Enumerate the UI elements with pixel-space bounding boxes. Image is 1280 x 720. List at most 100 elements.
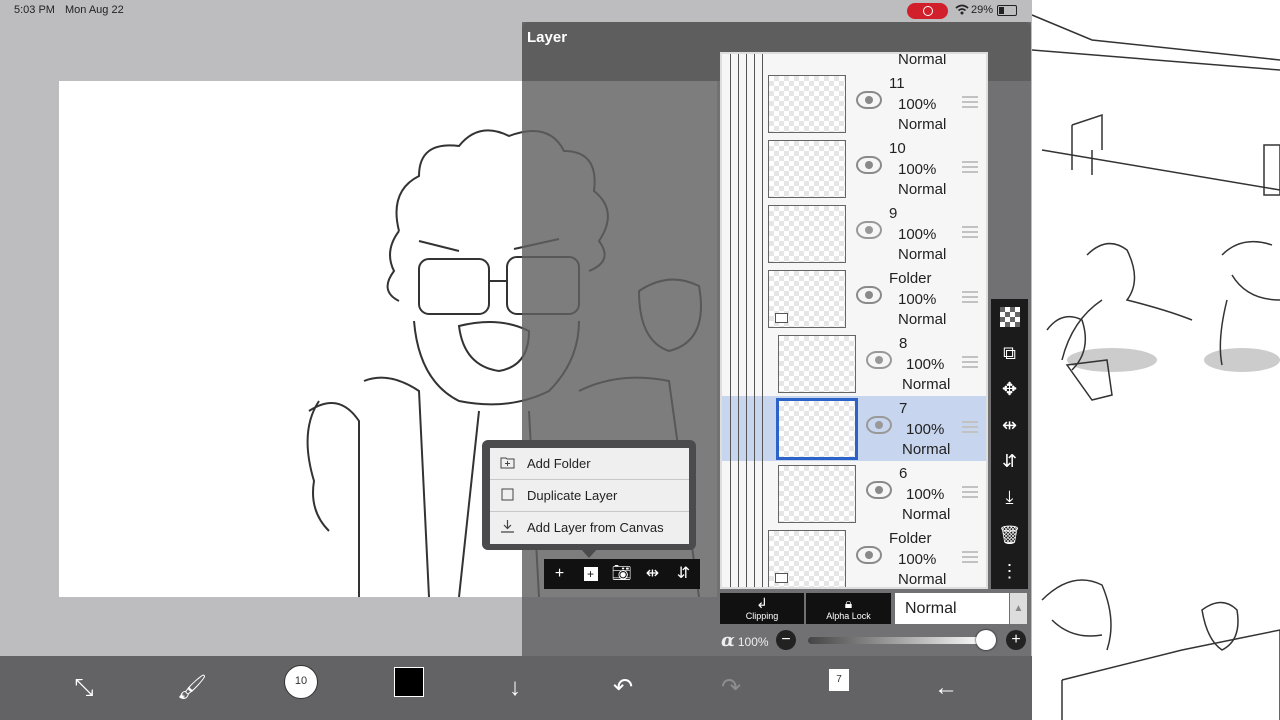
drag-handle-icon[interactable]: [962, 291, 978, 303]
layer-blend-mode: Normal: [898, 181, 947, 198]
add-layer-button[interactable]: +: [544, 559, 575, 589]
status-time: 5:03 PM: [14, 4, 55, 16]
clipping-arrow-icon: ↲: [756, 595, 768, 611]
visibility-eye-icon[interactable]: [856, 546, 882, 564]
layer-tools-toolbar: ⧉ ✥ ⇹ ⇵ ⤓ 🗑 ⋮: [991, 299, 1028, 589]
drag-handle-icon[interactable]: [962, 226, 978, 238]
layer-blend-mode: Normal: [898, 571, 947, 588]
layer-thumbnail[interactable]: [776, 398, 858, 460]
layer-opacity: 100%: [898, 226, 937, 243]
layer-blend-mode: Normal: [898, 116, 947, 133]
status-date: Mon Aug 22: [65, 4, 124, 16]
drag-handle-icon[interactable]: [962, 96, 978, 108]
drag-handle-icon[interactable]: [962, 161, 978, 173]
redo-icon[interactable]: ↷: [711, 668, 751, 708]
layer-thumbnail[interactable]: [778, 465, 856, 523]
battery-percent: 29%: [971, 4, 994, 16]
layer-thumbnail[interactable]: [768, 75, 846, 133]
alpha-slider[interactable]: [808, 637, 986, 644]
screen-recording-indicator[interactable]: [907, 3, 948, 19]
undo-icon[interactable]: ↶: [603, 668, 643, 708]
down-arrow-icon[interactable]: ↓: [495, 668, 535, 708]
layer-opacity: 100%: [906, 486, 945, 503]
trash-icon[interactable]: 🗑: [991, 518, 1028, 552]
layer-blend-mode: Normal: [902, 376, 951, 393]
visibility-eye-icon[interactable]: [856, 156, 882, 174]
visibility-eye-icon[interactable]: [856, 221, 882, 239]
alpha-decrease-button[interactable]: −: [776, 630, 796, 650]
layer-opacity: 100%: [906, 356, 945, 373]
alpha-symbol-icon: α: [721, 630, 735, 651]
alpha-value: 100%: [737, 635, 769, 649]
visibility-eye-icon[interactable]: [866, 481, 892, 499]
duplicate-icon: [501, 488, 514, 501]
merge-down-icon[interactable]: ⤓: [991, 480, 1028, 514]
clipping-button[interactable]: ↲ Clipping: [720, 593, 804, 624]
more-options-icon[interactable]: ⋮: [991, 554, 1028, 588]
camera-icon[interactable]: 📷︎: [606, 559, 637, 589]
menu-item-add-layer-from-canvas[interactable]: Add Layer from Canvas: [490, 512, 689, 543]
layer-name: 10: [889, 140, 906, 157]
back-arrow-icon[interactable]: ←: [926, 668, 966, 708]
drag-handle-icon[interactable]: [962, 551, 978, 563]
add-special-layer-button[interactable]: +: [575, 559, 606, 589]
drag-handle-icon[interactable]: [962, 486, 978, 498]
alpha-increase-button[interactable]: +: [1006, 630, 1026, 650]
layer-name: 7: [899, 400, 908, 417]
layer-list[interactable]: Normal 11 100% Normal 10 100% Normal 9 1…: [720, 52, 988, 589]
flip-layer-icon[interactable]: ⇹: [637, 559, 668, 589]
visibility-eye-icon[interactable]: [856, 286, 882, 304]
layers-button[interactable]: 7: [829, 669, 849, 691]
blend-mode-arrow-icon[interactable]: ▲: [1010, 593, 1027, 624]
layer-thumbnail[interactable]: [768, 205, 846, 263]
move-icon[interactable]: ✥: [991, 372, 1028, 406]
layer-opacity: 100%: [898, 96, 937, 113]
layer-blend-mode: Normal: [898, 246, 947, 263]
reference-artwork: [1032, 14, 1280, 720]
layer-thumbnail[interactable]: [778, 335, 856, 393]
alpha-readout: α 100%: [721, 630, 769, 651]
layer-blend-mode: Normal: [902, 506, 951, 523]
transparency-checker-icon[interactable]: [991, 300, 1028, 334]
drag-handle-icon[interactable]: [962, 356, 978, 368]
folder-thumbnail[interactable]: [768, 530, 846, 587]
clipping-label: Clipping: [745, 611, 779, 621]
folder-icon: [775, 313, 788, 323]
color-swatch[interactable]: [394, 667, 424, 697]
select-transform-icon[interactable]: ⧉: [991, 336, 1028, 370]
brush-icon[interactable]: 🖌︎: [172, 668, 212, 708]
transform-tool-icon[interactable]: ⤡: [64, 668, 104, 708]
battery-icon: [997, 5, 1017, 16]
layer-name: 11: [889, 75, 905, 92]
layer-window-title: Layer: [527, 29, 568, 46]
folder-thumbnail[interactable]: [768, 270, 846, 328]
folder-icon: [775, 573, 788, 583]
add-layer-popup-menu: Add Folder Duplicate Layer Add Layer fro…: [490, 448, 689, 544]
layer-name: 6: [899, 465, 908, 482]
alpha-slider-knob[interactable]: [976, 630, 996, 650]
menu-item-label: Add Folder: [527, 456, 591, 471]
status-bar: 5:03 PM Mon Aug 22 29%: [0, 0, 1032, 22]
visibility-eye-icon[interactable]: [866, 351, 892, 369]
wifi-icon: [955, 4, 969, 15]
popup-pointer: [580, 548, 598, 558]
drag-handle-icon[interactable]: [962, 421, 978, 433]
bottom-toolbar: ⤡ 🖌︎ ↓ ↶ ↷ ←: [0, 656, 1032, 720]
visibility-eye-icon[interactable]: [856, 91, 882, 109]
flip-horizontal-icon[interactable]: ⇹: [991, 408, 1028, 442]
flip-vertical-icon[interactable]: ⇵: [991, 444, 1028, 478]
visibility-eye-icon[interactable]: [866, 416, 892, 434]
flip-layer-vertical-icon[interactable]: ⇵: [668, 559, 699, 589]
alpha-lock-button[interactable]: 🔒︎ Alpha Lock: [806, 593, 891, 624]
layer-opacity: 100%: [898, 291, 937, 308]
menu-item-add-folder[interactable]: Add Folder: [490, 448, 689, 480]
brush-size-indicator[interactable]: 10: [284, 665, 318, 699]
reference-image: [1032, 0, 1280, 720]
layer-name: Folder: [889, 530, 932, 547]
menu-item-label: Add Layer from Canvas: [527, 520, 664, 535]
blend-mode-select[interactable]: Normal: [895, 593, 1009, 624]
folder-indent-guides: [722, 54, 766, 587]
layer-opacity: 100%: [898, 161, 937, 178]
layer-thumbnail[interactable]: [768, 140, 846, 198]
menu-item-duplicate-layer[interactable]: Duplicate Layer: [490, 480, 689, 512]
